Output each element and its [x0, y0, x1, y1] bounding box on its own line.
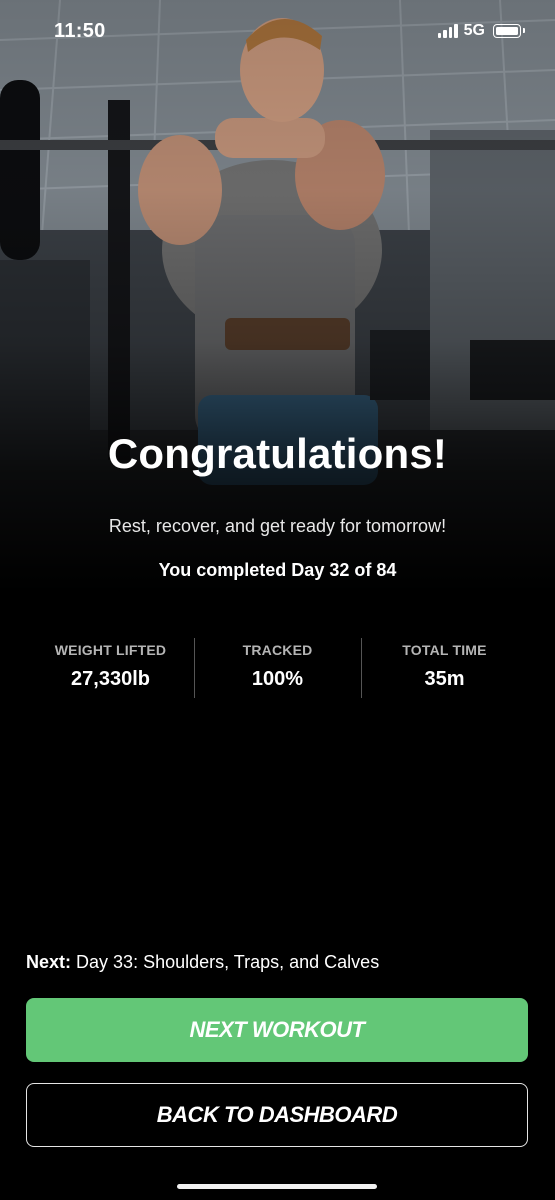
stat-total-time: TOTAL TIME 35m: [361, 638, 528, 698]
next-workout-info: Next: Day 33: Shoulders, Traps, and Calv…: [26, 952, 379, 973]
status-icons: 5G: [437, 22, 525, 40]
stat-value: 27,330lb: [71, 668, 150, 690]
stat-value: 100%: [251, 668, 304, 690]
stat-tracked: TRACKED 100%: [194, 638, 361, 698]
stat-value: 35m: [424, 668, 465, 690]
signal-icon: [437, 24, 458, 38]
stat-label: WEIGHT LIFTED: [54, 642, 167, 658]
rest-subtitle: Rest, recover, and get ready for tomorro…: [108, 516, 447, 536]
network-label: 5G: [463, 22, 485, 39]
stat-weight-lifted: WEIGHT LIFTED 27,330lb: [27, 638, 194, 698]
status-bar: 11:50 5G: [0, 0, 555, 64]
next-workout-label: NEXT WORKOUT: [189, 1017, 365, 1042]
home-indicator[interactable]: [177, 1184, 377, 1189]
status-time: 11:50: [54, 20, 106, 42]
back-to-dashboard-label: BACK TO DASHBOARD: [156, 1102, 398, 1127]
back-to-dashboard-button[interactable]: BACK TO DASHBOARD: [26, 1083, 528, 1147]
next-prefix: Next:: [26, 952, 72, 972]
next-workout-name: Day 33: Shoulders, Traps, and Calves: [76, 952, 380, 972]
stat-label: TRACKED: [242, 642, 313, 658]
congratulations-title: Congratulations!: [107, 430, 448, 477]
stat-label: TOTAL TIME: [402, 642, 487, 658]
battery-icon: [493, 24, 525, 38]
next-workout-button[interactable]: NEXT WORKOUT: [26, 998, 528, 1062]
day-completed-text: You completed Day 32 of 84: [158, 560, 397, 580]
workout-stats: WEIGHT LIFTED 27,330lb TRACKED 100% TOTA…: [27, 638, 528, 698]
